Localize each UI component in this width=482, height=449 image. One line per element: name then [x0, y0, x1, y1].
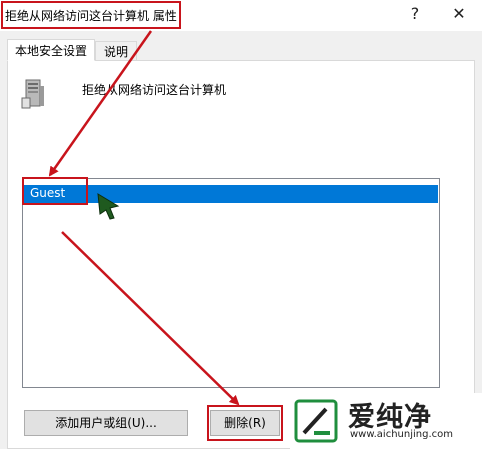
brand-logo-icon: [294, 399, 338, 443]
tab-explain[interactable]: 说明: [95, 41, 137, 61]
title-annotation-box: [1, 1, 181, 29]
add-user-or-group-button[interactable]: 添加用户或组(U)...: [24, 410, 188, 436]
tab-local-security-setting[interactable]: 本地安全设置: [7, 39, 95, 61]
tab-label: 说明: [103, 45, 128, 59]
tab-label: 本地安全设置: [14, 44, 87, 58]
watermark-url: www.aichunjing.com: [350, 429, 453, 440]
guest-annotation-box: [22, 177, 88, 205]
close-button[interactable]: ✕: [442, 2, 476, 26]
server-computer-icon: [20, 78, 48, 110]
title-bar: 拒绝从网络访问这台计算机 属性 ? ✕: [0, 0, 482, 31]
watermark: 爱纯净 www.aichunjing.com: [290, 393, 482, 449]
remove-annotation-box: [207, 405, 283, 441]
accounts-listbox[interactable]: Guest: [22, 178, 440, 388]
policy-name: 拒绝从网络访问这台计算机: [82, 83, 227, 97]
help-button[interactable]: ?: [398, 2, 432, 26]
